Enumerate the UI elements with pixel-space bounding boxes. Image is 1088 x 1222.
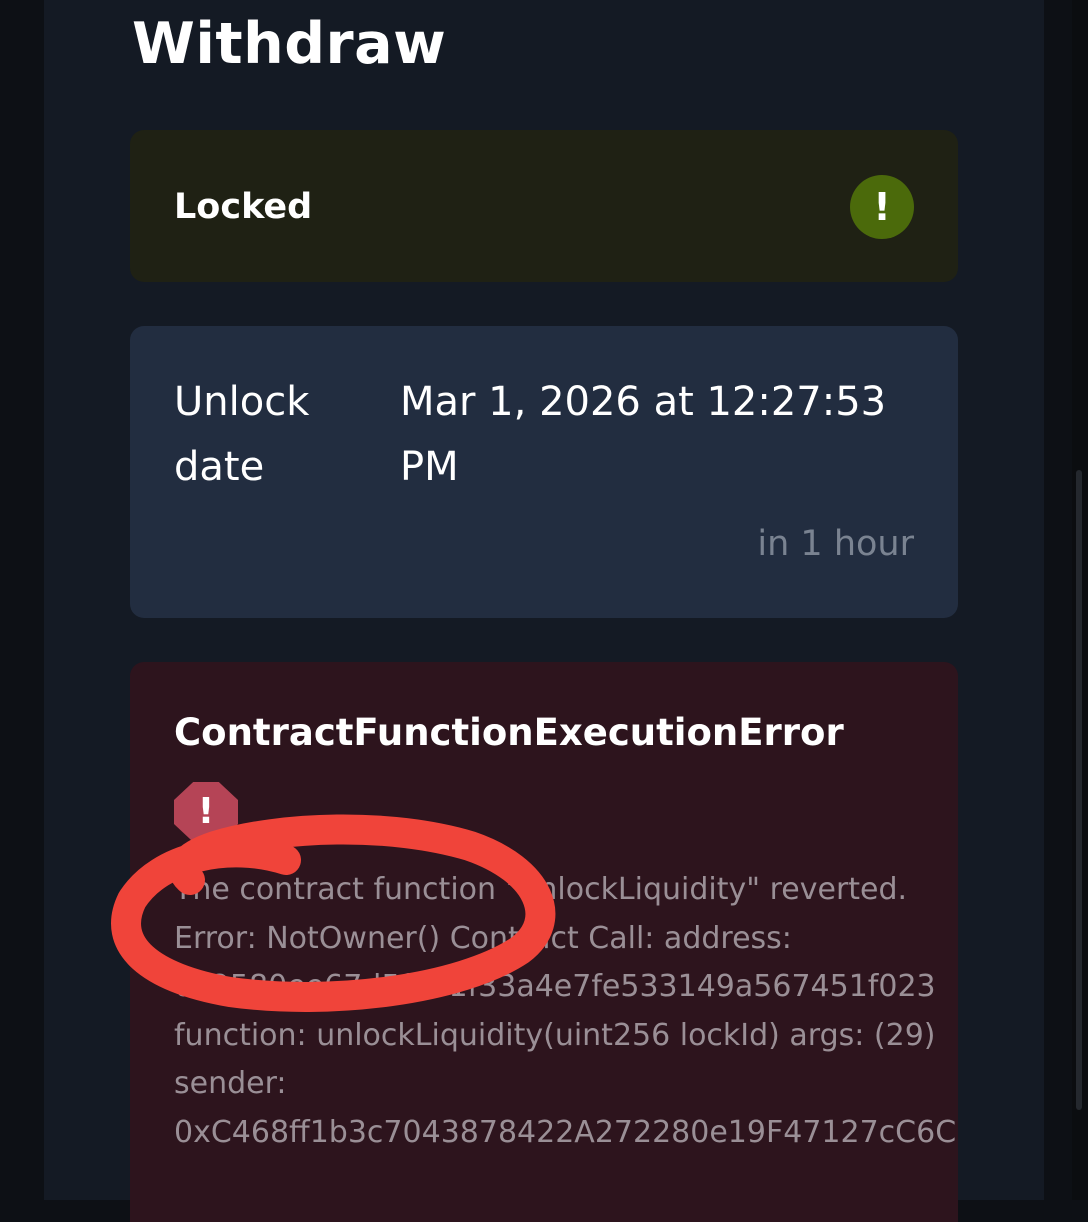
exclamation-circle-icon: !	[850, 175, 914, 239]
unlock-date-label: Unlock date	[174, 370, 354, 500]
error-title: ContractFunctionExecutionError	[174, 711, 844, 754]
error-message-line: The contract function "unlockLiquidity" …	[174, 872, 908, 907]
unlock-date-value-line2: PM	[400, 444, 459, 490]
lock-status-card: Locked !	[130, 130, 958, 282]
unlock-date-value: Mar 1, 2026 at 12:27:53 PM	[400, 370, 920, 500]
error-message-line: 0x2580ee67d5f1e1f33a4e7fe533149a567451f0…	[174, 969, 936, 1005]
unlock-date-card: Unlock date Mar 1, 2026 at 12:27:53 PM i…	[130, 326, 958, 618]
unlock-date-value-line1: Mar 1, 2026 at 12:27:53	[400, 379, 887, 425]
error-message-line: function: unlockLiquidity(uint256 lockId…	[174, 1017, 936, 1053]
error-message-line: 0xC468ff1b3c7043878422A272280e19F47127cC…	[174, 1114, 957, 1150]
page-title: Withdraw	[132, 11, 447, 77]
scrollbar-thumb[interactable]	[1076, 470, 1082, 1110]
unlock-date-label-line2: date	[174, 444, 265, 490]
error-message: The contract function "unlockLiquidity" …	[174, 866, 1034, 1158]
error-message-line: sender:	[174, 1066, 287, 1102]
lock-status-label: Locked	[174, 187, 313, 227]
error-card: ContractFunctionExecutionError ! The con…	[130, 662, 958, 1222]
exclamation-octagon-icon: !	[174, 782, 238, 842]
error-message-line: Error: NotOwner() Contract Call: address…	[174, 920, 792, 956]
unlock-date-label-line1: Unlock	[174, 379, 310, 425]
unlock-relative-time: in 1 hour	[757, 524, 914, 564]
